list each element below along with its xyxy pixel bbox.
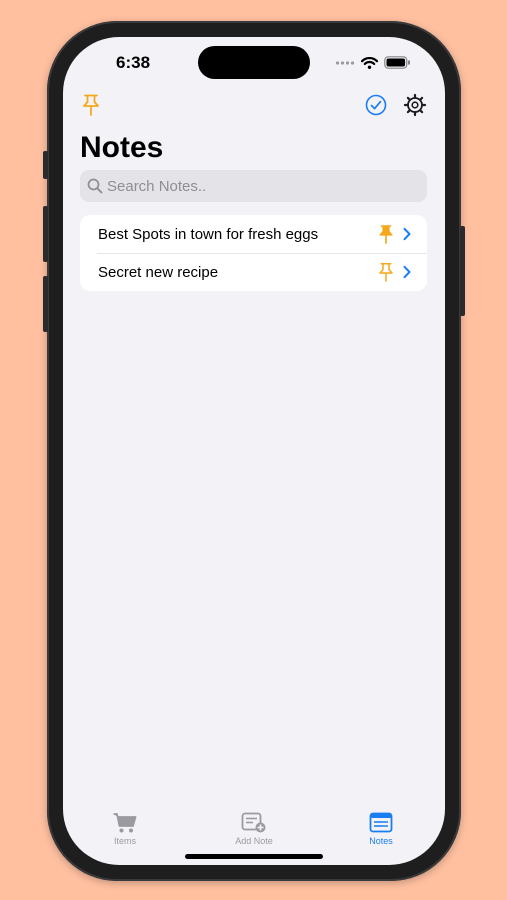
pin-filter-button[interactable] [81, 93, 101, 117]
action-button [43, 151, 48, 179]
tab-label: Notes [369, 836, 393, 846]
tab-add-note[interactable]: Add Note [214, 812, 294, 846]
battery-icon [384, 56, 410, 69]
dynamic-island [198, 46, 310, 79]
pin-icon [379, 263, 393, 282]
add-note-icon [241, 812, 266, 833]
note-title: Best Spots in town for fresh eggs [98, 225, 319, 243]
pin-filled-icon [379, 225, 393, 244]
tab-notes[interactable]: Notes [341, 812, 421, 846]
notes-list: Best Spots in town for fresh eggs Secret… [80, 215, 427, 291]
tab-label: Items [113, 836, 136, 846]
status-time: 6:38 [116, 53, 151, 72]
chevron-right-icon [403, 265, 411, 279]
cart-icon [113, 813, 137, 833]
home-indicator [185, 854, 323, 859]
page-title: Notes [80, 131, 164, 164]
tab-items[interactable]: Items [85, 812, 165, 846]
gear-icon [403, 93, 427, 117]
checkmark-circle-icon [365, 94, 387, 116]
tab-label: Add Note [235, 836, 273, 846]
search-bar[interactable] [80, 170, 427, 202]
app-screen: 6:38 Notes Search Notes.. Best Spots in … [63, 37, 445, 865]
search-icon [87, 178, 103, 194]
settings-button[interactable] [403, 93, 427, 117]
search-input[interactable] [107, 177, 407, 195]
signal-icon [335, 60, 355, 65]
select-notes-button[interactable] [365, 94, 387, 116]
notes-list-icon [369, 812, 393, 833]
chevron-right-icon [403, 227, 411, 241]
note-title: Secret new recipe [98, 263, 219, 281]
note-row[interactable]: Best Spots in town for fresh eggs [80, 215, 427, 253]
note-row[interactable]: Secret new recipe [80, 253, 427, 291]
volume-down-button [43, 276, 48, 332]
phone-frame: 6:38 Notes Search Notes.. Best Spots in … [43, 21, 465, 881]
wifi-icon [361, 56, 378, 69]
power-button [460, 226, 465, 316]
volume-up-button [43, 206, 48, 262]
status-icons [335, 56, 411, 69]
pin-icon [83, 94, 99, 116]
